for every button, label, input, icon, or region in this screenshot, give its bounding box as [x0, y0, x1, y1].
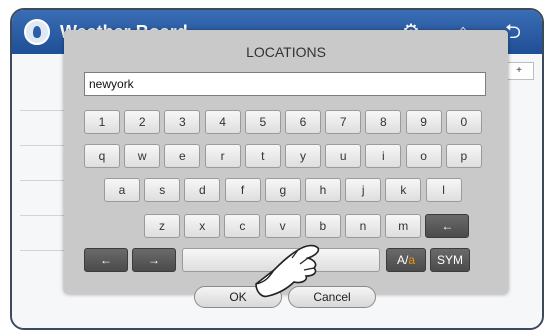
key-3[interactable]: 3 [164, 110, 201, 134]
key-q[interactable]: q [84, 144, 120, 168]
list-divider [20, 145, 70, 146]
hand-pointer-icon [255, 244, 320, 298]
key-e[interactable]: e [164, 144, 201, 168]
list-divider [20, 215, 70, 216]
key-0[interactable]: 0 [445, 110, 482, 134]
key-5[interactable]: 5 [244, 110, 281, 134]
key-2[interactable]: 2 [124, 110, 161, 134]
key-n[interactable]: n [345, 214, 381, 238]
backspace-key[interactable]: ← [425, 214, 470, 238]
key-z[interactable]: z [144, 214, 180, 238]
key-4[interactable]: 4 [204, 110, 241, 134]
key-p[interactable]: p [445, 144, 482, 168]
key-y[interactable]: y [285, 144, 321, 168]
key-f[interactable]: f [224, 178, 261, 202]
key-o[interactable]: o [405, 144, 442, 168]
key-1[interactable]: 1 [84, 110, 120, 134]
key-m[interactable]: m [385, 214, 422, 238]
key-t[interactable]: t [244, 144, 281, 168]
location-input[interactable]: newyork [84, 72, 486, 96]
key-6[interactable]: 6 [285, 110, 321, 134]
key-i[interactable]: i [365, 144, 402, 168]
add-button[interactable]: + [504, 62, 534, 80]
case-lower-label: a [408, 253, 416, 267]
dialog-title: LOCATIONS [246, 44, 326, 60]
symbol-key[interactable]: SYM [430, 248, 470, 272]
cursor-right-key[interactable]: → [132, 248, 176, 272]
key-l[interactable]: l [425, 178, 462, 202]
list-divider [20, 250, 70, 251]
key-u[interactable]: u [325, 144, 362, 168]
key-a[interactable]: a [104, 178, 140, 202]
key-7[interactable]: 7 [325, 110, 362, 134]
key-w[interactable]: w [124, 144, 161, 168]
list-divider [20, 180, 70, 181]
case-upper-label: A/ [396, 253, 409, 267]
key-d[interactable]: d [184, 178, 221, 202]
key-g[interactable]: g [264, 178, 301, 202]
key-k[interactable]: k [385, 178, 422, 202]
key-j[interactable]: j [345, 178, 382, 202]
key-9[interactable]: 9 [405, 110, 442, 134]
key-s[interactable]: s [144, 178, 181, 202]
app-icon[interactable] [24, 19, 50, 45]
key-x[interactable]: x [184, 214, 221, 238]
list-divider [20, 110, 70, 111]
case-toggle-key[interactable]: A/a [386, 248, 426, 272]
key-r[interactable]: r [204, 144, 241, 168]
cursor-left-key[interactable]: ← [84, 248, 128, 272]
key-8[interactable]: 8 [365, 110, 402, 134]
key-h[interactable]: h [305, 178, 341, 202]
